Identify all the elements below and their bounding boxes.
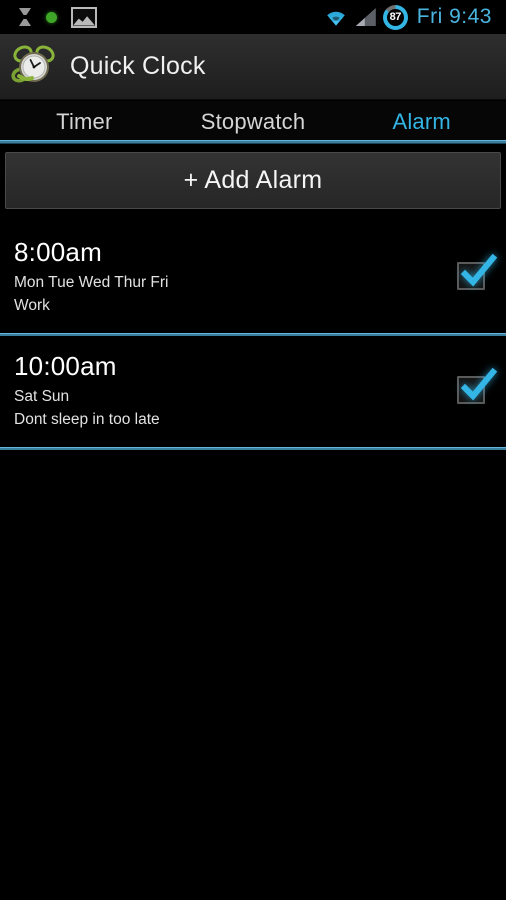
signal-icon	[356, 8, 376, 26]
wifi-icon	[323, 7, 349, 27]
title-bar: Quick Clock	[0, 34, 506, 100]
battery-icon: 87	[382, 4, 408, 30]
status-bar-left-icons	[0, 6, 97, 28]
picture-icon	[71, 6, 97, 28]
alarm-time: 8:00am	[14, 237, 102, 267]
alarm-time: 10:00am	[14, 351, 117, 381]
status-clock: Fri 9:43	[416, 5, 492, 28]
app-root: 87 Fri 9:43 Quick Clock Timer Stopwatch …	[0, 0, 506, 900]
checkmark-icon	[460, 254, 498, 287]
alarm-details: 10:00am Sat Sun Dont sleep in too late	[0, 350, 436, 431]
alarm-list-item[interactable]: 8:00am Mon Tue Wed Thur Fri Work	[0, 222, 506, 333]
alarm-list: 8:00am Mon Tue Wed Thur Fri Work 10:00am…	[0, 222, 506, 450]
alarm-list-item[interactable]: 10:00am Sat Sun Dont sleep in too late	[0, 336, 506, 447]
alarm-label: Work	[14, 297, 50, 314]
alarm-details: 8:00am Mon Tue Wed Thur Fri Work	[0, 236, 436, 317]
alarm-days: Mon Tue Wed Thur Fri	[14, 274, 169, 291]
checkmark-icon	[460, 368, 498, 401]
status-bar-right-icons: 87 Fri 9:43	[323, 4, 506, 30]
alarm-clock-icon	[10, 43, 58, 91]
tab-alarm[interactable]: Alarm	[337, 109, 506, 135]
page-title: Quick Clock	[70, 52, 206, 80]
green-dot-icon	[46, 11, 57, 23]
tab-timer[interactable]: Timer	[0, 109, 169, 135]
tab-stopwatch[interactable]: Stopwatch	[169, 109, 338, 135]
hourglass-icon	[18, 8, 32, 26]
alarm-toggle-container[interactable]	[436, 350, 506, 404]
tab-bar: Timer Stopwatch Alarm	[0, 101, 506, 142]
add-alarm-button[interactable]: + Add Alarm	[5, 152, 501, 209]
list-divider	[0, 447, 506, 450]
alarm-enabled-checkbox[interactable]	[457, 254, 498, 290]
tab-underline	[0, 140, 506, 143]
status-bar: 87 Fri 9:43	[0, 0, 506, 34]
battery-percent-label: 87	[389, 11, 402, 23]
alarm-enabled-checkbox[interactable]	[457, 368, 498, 404]
alarm-toggle-container[interactable]	[436, 236, 506, 290]
alarm-days: Sat Sun	[14, 388, 70, 405]
alarm-label: Dont sleep in too late	[14, 411, 160, 428]
